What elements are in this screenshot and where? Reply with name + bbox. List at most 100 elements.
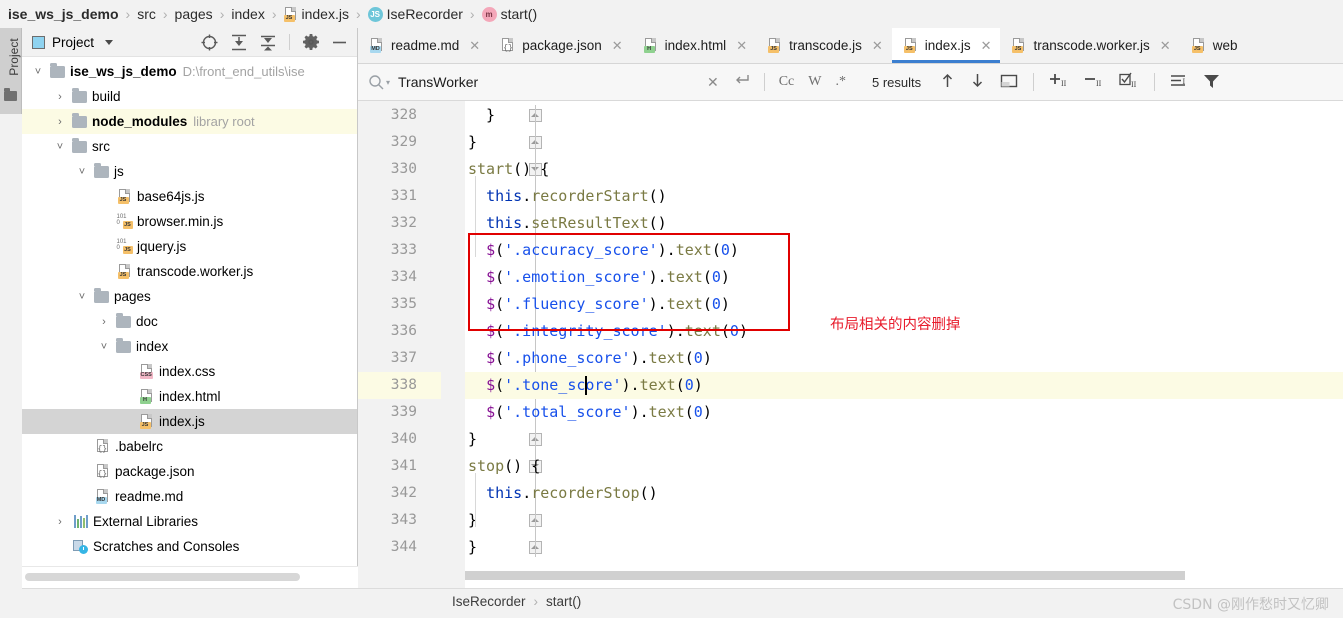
editor-tab-bar[interactable]: MD readme.md ✕{} package.json ✕ Hindex.html ✕ J… (358, 28, 1343, 64)
code-line[interactable]: $('.emotion_score').text(0) (465, 264, 1343, 291)
code-editor[interactable]: 328 329 330 331 332 333 334 335 336 337 338 339 340 3… (358, 101, 1343, 588)
code-line[interactable]: $('.tone_score').text(0) (465, 372, 1343, 399)
chevron-down-icon[interactable] (105, 39, 114, 45)
line-number[interactable]: 337 (358, 345, 417, 372)
line-number[interactable]: 332 (358, 210, 417, 237)
search-icon[interactable]: ▾ (368, 74, 390, 91)
close-icon[interactable]: ✕ (981, 38, 992, 54)
code-folding-strip[interactable] (441, 101, 542, 588)
tree-item-scratches-and-consoles[interactable]: ›Scratches and Consoles (22, 534, 357, 559)
code-line[interactable]: } (465, 102, 1343, 129)
chevron-down-icon[interactable]: ˅ (76, 166, 88, 178)
code-line[interactable]: this.setResultText() (465, 210, 1343, 237)
filter-icon[interactable] (1203, 73, 1220, 92)
find-previous-icon[interactable] (940, 72, 955, 92)
tree-item-package-json[interactable]: ›{}package.json (22, 459, 357, 484)
code-line[interactable]: start() { (465, 156, 1343, 183)
chevron-right-icon[interactable]: › (54, 116, 66, 128)
editor-tab-package-json[interactable]: {} package.json ✕ (489, 28, 631, 63)
tree-item-src[interactable]: ˅ src (22, 134, 357, 159)
tree-item-pages[interactable]: ˅ pages (22, 284, 357, 309)
tool-window-button-project[interactable]: Project (7, 29, 21, 85)
clear-search-icon[interactable]: ✕ (707, 74, 719, 91)
project-panel-title-group[interactable]: Project (32, 35, 114, 50)
close-icon[interactable]: ✕ (872, 38, 883, 54)
line-number[interactable]: 339 (358, 399, 417, 426)
tree-item-readme-md[interactable]: ›MDreadme.md (22, 484, 357, 509)
editor-tab-web[interactable]: JS web (1180, 28, 1247, 63)
editor-horizontal-scrollbar[interactable] (465, 571, 1283, 580)
breadcrumb-item-index[interactable]: index (231, 6, 264, 22)
tree-item-index-js[interactable]: ›JSindex.js (22, 409, 357, 434)
line-number[interactable]: 344 (358, 534, 417, 561)
tree-item-node-modules[interactable]: › node_modules library root (22, 109, 357, 134)
close-icon[interactable]: ✕ (469, 38, 480, 54)
scrollbar-thumb[interactable] (25, 573, 300, 581)
line-number[interactable]: 336 (358, 318, 417, 345)
breadcrumb-item-pages[interactable]: pages (175, 6, 213, 22)
editor-tab-transcode-js[interactable]: JS transcode.js ✕ (756, 28, 892, 63)
line-number[interactable]: 331 (358, 183, 417, 210)
code-line[interactable]: } (465, 534, 1343, 561)
line-number[interactable]: 342 (358, 480, 417, 507)
tree-item-index[interactable]: ˅ index (22, 334, 357, 359)
line-number[interactable]: 333 (358, 237, 417, 264)
scrollbar-thumb[interactable] (465, 571, 1185, 580)
tree-item-base64js-js[interactable]: ›JSbase64js.js (22, 184, 357, 209)
find-next-icon[interactable] (970, 72, 985, 92)
code-line[interactable]: this.recorderStop() (465, 480, 1343, 507)
close-icon[interactable]: ✕ (1160, 38, 1171, 54)
line-number[interactable]: 341 (358, 453, 417, 480)
project-horizontal-scrollbar[interactable] (22, 566, 358, 588)
close-icon[interactable]: ✕ (612, 38, 623, 54)
code-line[interactable]: } (465, 426, 1343, 453)
chevron-right-icon[interactable]: › (54, 91, 66, 103)
line-number[interactable]: 338 (358, 372, 441, 399)
editor-tab-index-js[interactable]: JS index.js ✕ (891, 28, 1001, 63)
expand-all-icon[interactable] (231, 34, 247, 51)
breadcrumb-item-src[interactable]: src (137, 6, 156, 22)
line-number[interactable]: 343 (358, 507, 417, 534)
code-line[interactable]: } (465, 129, 1343, 156)
tree-item-external-libraries[interactable]: › External Libraries (22, 509, 357, 534)
chevron-right-icon[interactable]: › (98, 316, 110, 328)
code-line[interactable]: this.recorderStart() (465, 183, 1343, 210)
tree-item-build[interactable]: › build (22, 84, 357, 109)
code-line[interactable]: stop() { (465, 453, 1343, 480)
in-comments-icon[interactable]: I (1170, 73, 1188, 92)
chevron-down-icon[interactable]: ˅ (76, 291, 88, 303)
tree-item--babelrc[interactable]: ›{}.babelrc (22, 434, 357, 459)
editor-tab-transcode-worker-js[interactable]: JS transcode.worker.js ✕ (1000, 28, 1179, 63)
code-line[interactable]: } (465, 507, 1343, 534)
regex-toggle[interactable]: .* (836, 74, 847, 90)
chevron-down-icon[interactable]: ˅ (32, 66, 44, 78)
breadcrumb-item-class[interactable]: JS IseRecorder (367, 6, 463, 22)
select-all-occurrences-icon[interactable] (1000, 73, 1018, 92)
tree-item-doc[interactable]: › doc (22, 309, 357, 334)
code-line[interactable]: $('.accuracy_score').text(0) (465, 237, 1343, 264)
editor-tab-readme-md[interactable]: MD readme.md ✕ (358, 28, 489, 63)
breadcrumb-item-indexjs[interactable]: JS index.js (283, 6, 349, 22)
settings-gear-icon[interactable] (303, 34, 319, 50)
select-occurrences-icon[interactable]: II (1119, 72, 1139, 92)
project-folder-icon[interactable] (4, 88, 17, 101)
line-number[interactable]: 334 (358, 264, 417, 291)
hide-minimize-icon[interactable] (332, 35, 347, 50)
tree-item-jquery-js[interactable]: ›1010JSjquery.js (22, 234, 357, 259)
words-toggle[interactable]: W (808, 74, 821, 90)
new-line-icon[interactable] (733, 73, 750, 91)
editor-tab-index-html[interactable]: Hindex.html ✕ (632, 28, 756, 63)
find-input-group[interactable]: ▾ ✕ Cc W .* (358, 64, 858, 100)
project-tree[interactable]: ˅ ise_ws_js_demo D:\front_end_utils\ise › bu… (22, 57, 357, 566)
tree-item-transcode-worker-js[interactable]: ›JStranscode.worker.js (22, 259, 357, 284)
add-occurrence-icon[interactable]: II (1049, 72, 1069, 92)
status-breadcrumb-class[interactable]: IseRecorder (452, 594, 526, 609)
line-number[interactable]: 329 (358, 129, 417, 156)
line-number[interactable]: 330 (358, 156, 417, 183)
close-icon[interactable]: ✕ (736, 38, 747, 54)
chevron-right-icon[interactable]: › (54, 516, 66, 528)
search-input[interactable] (398, 74, 649, 90)
line-number[interactable]: 335 (358, 291, 417, 318)
tree-item-index-css[interactable]: ›CSSindex.css (22, 359, 357, 384)
breadcrumb-item-method[interactable]: m start() (481, 6, 537, 22)
